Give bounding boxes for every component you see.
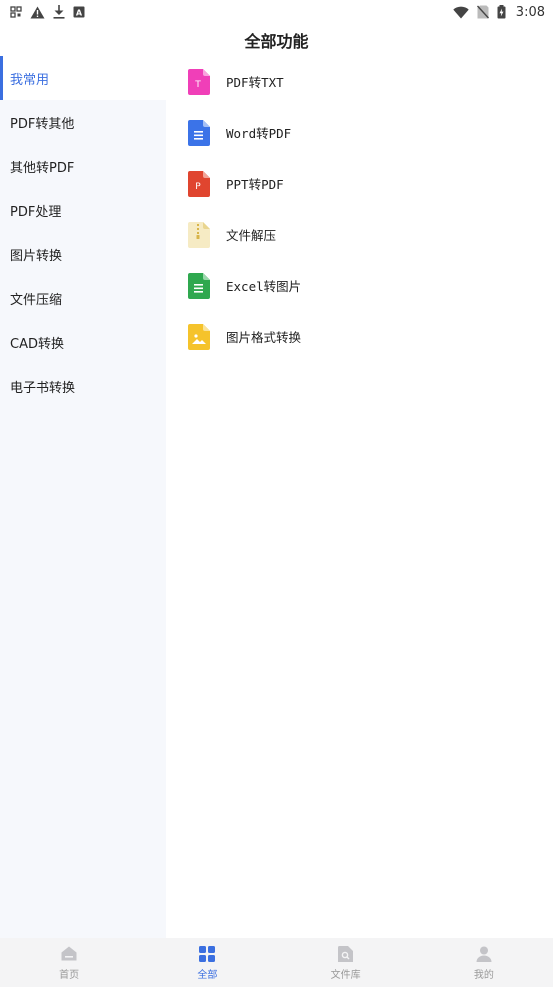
wifi-icon	[453, 6, 469, 19]
profile-icon	[475, 945, 493, 963]
sidebar-item-other-to-pdf[interactable]: 其他转PDF	[0, 144, 166, 188]
file-library-icon	[337, 945, 355, 963]
function-label: Word转PDF	[226, 126, 292, 141]
function-file-unzip[interactable]: 文件解压	[166, 209, 553, 260]
sidebar-item-ebook-convert[interactable]: 电子书转换	[0, 364, 166, 408]
app-screen: A 3:08 全部功能 我常用 PDF转其他 其他转PDF PDF处理 图片转换…	[0, 0, 553, 987]
svg-text:A: A	[76, 8, 83, 17]
nav-all-label: 全部	[197, 969, 218, 981]
sidebar-item-image-convert[interactable]: 图片转换	[0, 232, 166, 276]
nav-all[interactable]: 全部	[138, 938, 276, 987]
image-file-icon	[188, 323, 210, 350]
function-ppt-to-pdf[interactable]: P PPT转PDF	[166, 158, 553, 209]
sidebar-item-pdf-processing[interactable]: PDF处理	[0, 188, 166, 232]
nav-profile[interactable]: 我的	[415, 938, 553, 987]
nav-home[interactable]: 首页	[0, 938, 138, 987]
function-pdf-to-txt[interactable]: T PDF转TXT	[166, 56, 553, 107]
no-sim-icon	[476, 5, 489, 19]
status-left-icons: A	[10, 5, 85, 19]
zip-file-icon	[188, 221, 210, 248]
status-bar: A 3:08	[0, 0, 553, 24]
word-file-icon	[188, 119, 210, 146]
sidebar-item-pdf-to-other[interactable]: PDF转其他	[0, 100, 166, 144]
nav-home-label: 首页	[59, 969, 80, 981]
download-icon	[53, 5, 65, 19]
bottom-navigation: 首页 全部 文件库 我的	[0, 938, 553, 987]
category-sidebar: 我常用 PDF转其他 其他转PDF PDF处理 图片转换 文件压缩 CAD转换 …	[0, 56, 166, 938]
app-a-icon: A	[73, 6, 85, 18]
battery-icon	[497, 5, 506, 19]
qr-scan-icon	[10, 6, 22, 18]
status-time: 3:08	[515, 4, 545, 20]
function-image-format-convert[interactable]: 图片格式转换	[166, 311, 553, 362]
sidebar-item-file-compress[interactable]: 文件压缩	[0, 276, 166, 320]
function-label: 图片格式转换	[226, 330, 302, 345]
status-right-icons: 3:08	[453, 5, 545, 20]
home-icon	[60, 945, 78, 963]
function-word-to-pdf[interactable]: Word转PDF	[166, 107, 553, 158]
function-list: T PDF转TXT Word转PDF P PPT转PDF 文件解压 Excel转…	[166, 56, 553, 938]
function-excel-to-image[interactable]: Excel转图片	[166, 260, 553, 311]
svg-text:T: T	[194, 80, 201, 90]
grid-icon	[198, 945, 216, 963]
txt-file-icon: T	[188, 68, 210, 95]
nav-file-library-label: 文件库	[330, 969, 361, 981]
svg-text:P: P	[195, 182, 201, 192]
function-label: PPT转PDF	[226, 177, 284, 192]
warning-icon	[30, 6, 45, 19]
function-label: 文件解压	[226, 228, 277, 243]
sidebar-item-cad-convert[interactable]: CAD转换	[0, 320, 166, 364]
function-label: PDF转TXT	[226, 75, 284, 90]
nav-file-library[interactable]: 文件库	[277, 938, 415, 987]
page-title: 全部功能	[244, 32, 309, 51]
function-label: Excel转图片	[226, 279, 302, 294]
nav-profile-label: 我的	[473, 969, 494, 981]
ppt-file-icon: P	[188, 170, 210, 197]
sidebar-item-frequent[interactable]: 我常用	[0, 56, 166, 100]
excel-file-icon	[188, 272, 210, 299]
